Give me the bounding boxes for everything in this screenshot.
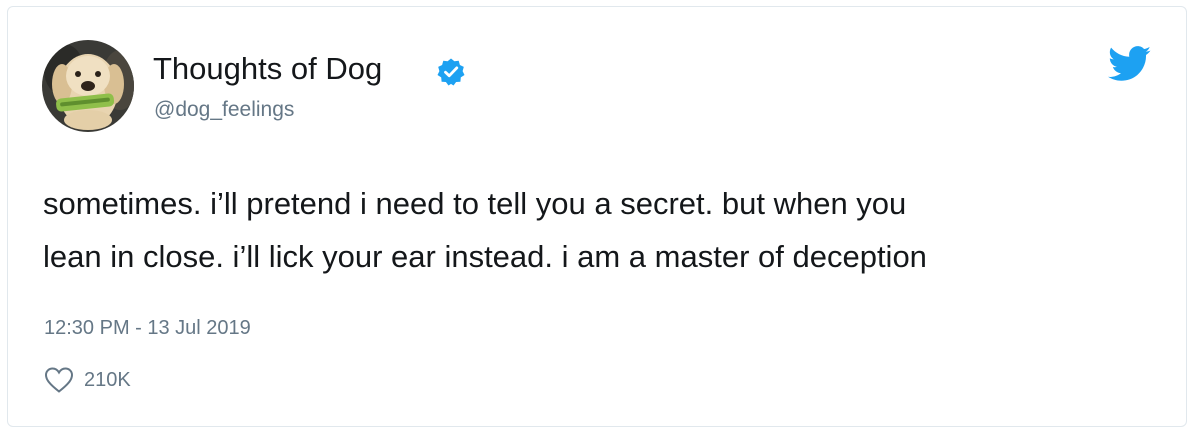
like-button[interactable]: 210K — [44, 365, 131, 395]
handle[interactable]: @dog_feelings — [154, 97, 294, 123]
like-count: 210K — [84, 369, 131, 391]
tweet-text: sometimes. i’ll pretend i need to tell y… — [43, 177, 1163, 283]
verified-badge-icon — [436, 57, 466, 87]
display-name[interactable]: Thoughts of Dog — [153, 51, 382, 87]
puppy-avatar-image — [42, 40, 134, 132]
twitter-bird-icon[interactable] — [1108, 46, 1152, 82]
tweet-text-line: sometimes. i’ll pretend i need to tell y… — [43, 186, 907, 221]
timestamp[interactable]: 12:30 PM - 13 Jul 2019 — [44, 315, 251, 341]
heart-icon[interactable] — [44, 366, 74, 394]
avatar[interactable] — [42, 40, 134, 132]
tweet-text-line: lean in close. i’ll lick your ear instea… — [43, 239, 927, 274]
tweet-card: Thoughts of Dog @dog_feelings sometimes.… — [7, 6, 1187, 427]
